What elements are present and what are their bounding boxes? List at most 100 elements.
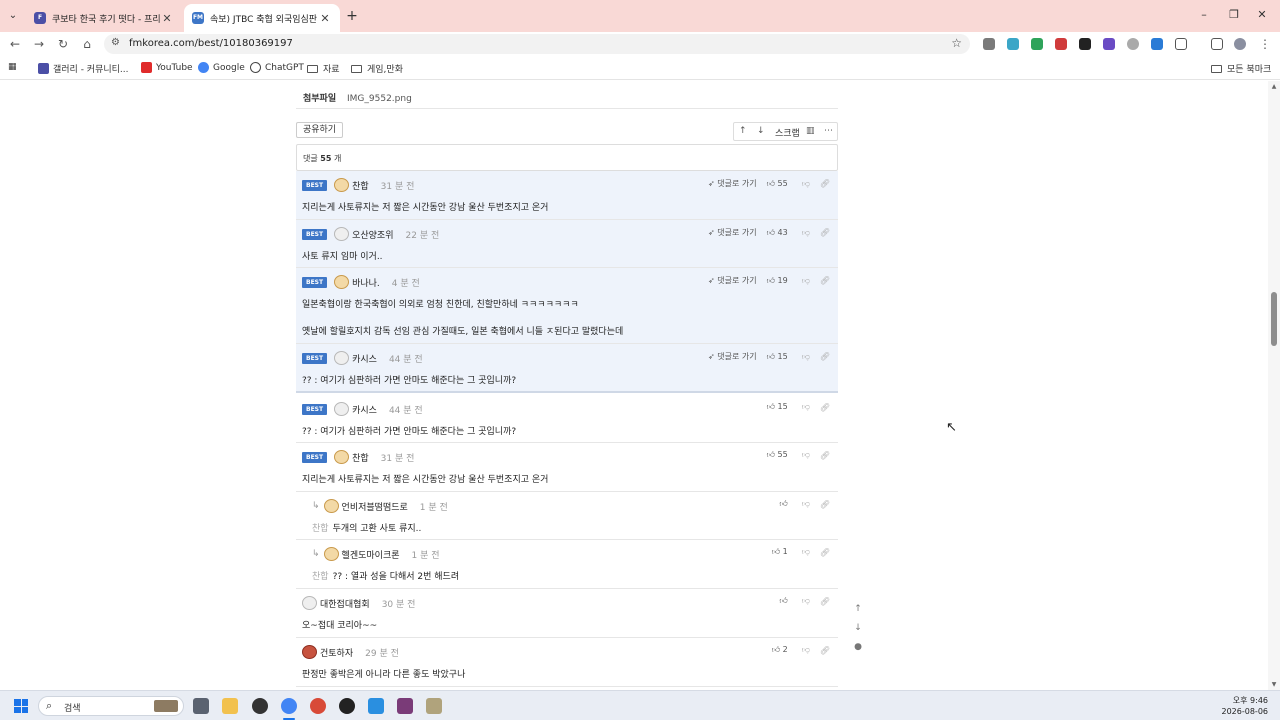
page-scrollbar[interactable]: ▲ ▼ [1268,81,1280,690]
downvote-icon[interactable]: 👎︎ [802,596,810,606]
task-view-icon[interactable] [193,698,209,714]
reply-target[interactable]: 찬합 [312,524,329,534]
downvote-icon[interactable]: 👎︎ [802,547,810,557]
downvote-icon[interactable]: 👎︎ [802,352,810,362]
arrow-down-icon[interactable]: ↓ [757,126,765,136]
goto-comment-link[interactable]: ➶ 댓글로 가기 [708,227,757,238]
downvote-icon[interactable]: 👎︎ [802,499,810,509]
apps-grid-icon[interactable]: ▦ [8,62,17,72]
comment-author[interactable]: 바나나. [352,276,380,289]
bookmark-folder-resources[interactable]: 자료 [307,62,340,75]
reload-icon[interactable]: ↻ [55,36,71,52]
tab-close-icon[interactable]: ✕ [160,12,174,25]
steam-icon[interactable] [252,698,268,714]
file-explorer-icon[interactable] [222,698,238,714]
bookmark-gallery[interactable]: 갤러리 - 커뮤니티... [38,62,129,75]
notes-app-icon[interactable] [368,698,384,714]
upvote-button[interactable]: 👍︎ 55 [767,450,788,460]
comment-author[interactable]: 언비저블떰떰드로 [342,500,408,513]
upvote-button[interactable]: 👍︎ 1 [772,547,788,557]
chrome-profile-icon[interactable] [310,698,326,714]
extension-icon[interactable] [1031,38,1043,50]
tab-kubota-review[interactable]: F 쿠보타 한국 후기 떳다 - 프리미 ✕ [26,4,182,32]
link-icon[interactable]: 🔗︎ [820,500,830,509]
all-bookmarks-folder[interactable]: 모든 북마크 [1211,62,1271,75]
scrollbar-thumb[interactable] [1271,292,1277,346]
restore-icon[interactable]: ❐ [1224,8,1244,21]
tab-search-chevron-icon[interactable]: ⌄ [4,7,22,25]
media-app-icon[interactable] [397,698,413,714]
windows-start-icon[interactable] [14,699,28,713]
reply-target[interactable]: 찬합 [312,572,329,582]
downvote-icon[interactable]: 👎︎ [802,179,810,189]
link-icon[interactable]: 🔗︎ [820,451,830,460]
downvote-icon[interactable]: 👎︎ [802,276,810,286]
more-menu-icon[interactable]: ⋮ [1257,36,1273,52]
scroll-down-arrow-icon[interactable]: ▼ [1270,681,1278,688]
game-app-icon[interactable] [426,698,442,714]
downvote-icon[interactable]: 👎︎ [802,402,810,412]
extension-icon[interactable] [1055,38,1067,50]
url-text[interactable]: fmkorea.com/best/10180369197 [129,38,293,49]
upvote-button[interactable]: 👍︎ 15 [767,352,788,362]
bookmark-folder-games[interactable]: 게임,만화 [351,62,403,75]
extensions-puzzle-icon[interactable] [1175,38,1187,50]
system-clock[interactable]: 오후 9:46 2026-08-06 [1222,695,1269,717]
app-icon[interactable] [339,698,355,714]
comment-author[interactable]: 찬합 [352,179,369,192]
more-dots-icon[interactable]: ⋯ [824,126,833,136]
downvote-icon[interactable]: 👎︎ [802,450,810,460]
bookmark-star-icon[interactable]: ☆ [951,36,962,50]
tab-jtbc-news[interactable]: FM 속보) JTBC 축협 외국임심판 진 ✕ [184,4,340,32]
upvote-button[interactable]: 👍︎ 15 [767,402,788,412]
chrome-icon[interactable] [281,698,297,714]
comment-author[interactable]: 카시스 [352,352,377,365]
extension-icon[interactable] [1007,38,1019,50]
attachment-file-link[interactable]: IMG_9552.png [347,94,412,104]
profile-avatar[interactable] [1234,38,1246,50]
link-icon[interactable]: 🔗︎ [820,403,830,412]
link-icon[interactable]: 🔗︎ [820,646,830,655]
comment-author[interactable]: 헬겐도마이크론 [342,548,400,561]
extension-icon[interactable] [1127,38,1139,50]
comment-author[interactable]: 카시스 [352,403,377,416]
goto-comment-link[interactable]: ➶ 댓글로 가기 [708,351,757,362]
scroll-up-arrow-icon[interactable]: ▲ [1270,83,1278,90]
link-icon[interactable]: 🔗︎ [820,548,830,557]
tab-close-icon[interactable]: ✕ [318,12,332,25]
comment-author[interactable]: 찬합 [352,451,369,464]
link-icon[interactable]: 🔗︎ [820,276,830,285]
bookmark-youtube[interactable]: YouTube [141,62,193,73]
minimize-icon[interactable]: – [1194,8,1214,21]
close-window-icon[interactable]: ✕ [1252,8,1272,21]
link-icon[interactable]: 🔗︎ [820,352,830,361]
comment-author[interactable]: 오산양조위 [352,228,393,241]
scroll-bottom-icon[interactable]: ↓ [849,619,867,638]
link-icon[interactable]: 🔗︎ [820,597,830,606]
upvote-button[interactable]: 👍︎ [779,596,787,606]
back-icon[interactable]: ← [7,36,23,52]
comment-author[interactable]: 건토하자 [320,646,353,659]
scrap-button[interactable]: 스크랩 [775,126,800,139]
share-button[interactable]: 공유하기 [296,122,343,138]
upvote-button[interactable]: 👍︎ 2 [772,645,788,655]
downvote-icon[interactable]: 👎︎ [802,228,810,238]
goto-comment-link[interactable]: ➶ 댓글로 가기 [708,178,757,189]
bookmark-chatgpt[interactable]: ChatGPT [250,62,304,73]
download-icon[interactable] [1151,38,1163,50]
bookmark-google[interactable]: Google [198,62,245,73]
comments-icon[interactable]: ● [849,638,867,657]
link-icon[interactable]: 🔗︎ [820,228,830,237]
goto-comment-link[interactable]: ➶ 댓글로 가기 [708,275,757,286]
new-tab-button[interactable]: + [344,8,360,24]
address-bar[interactable]: ⚙ fmkorea.com/best/10180369197 ☆ [104,34,970,54]
arrow-up-icon[interactable]: ↑ [739,126,747,136]
downvote-icon[interactable]: 👎︎ [802,645,810,655]
extension-icon[interactable] [1103,38,1115,50]
upvote-button[interactable]: 👍︎ 43 [767,228,788,238]
home-icon[interactable]: ⌂ [79,36,95,52]
taskbar-search[interactable]: ⌕ 검색 [38,696,184,716]
site-info-icon[interactable]: ⚙ [111,37,120,48]
link-icon[interactable]: 🔗︎ [820,179,830,188]
stats-icon[interactable]: ▥ [806,126,815,136]
